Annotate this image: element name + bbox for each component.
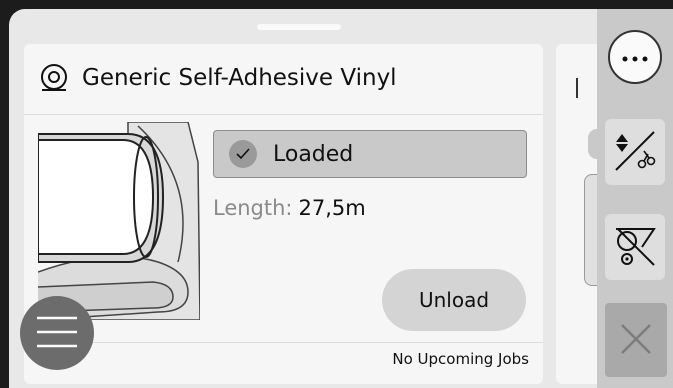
next-card-title-fragment — [576, 78, 578, 98]
media-roll-illustration — [37, 121, 201, 321]
drag-handle[interactable] — [257, 24, 341, 30]
upcoming-jobs-text: No Upcoming Jobs — [392, 350, 529, 368]
action-sidebar — [597, 9, 673, 388]
length-row: Length: 27,5m — [213, 196, 366, 220]
hamburger-menu-icon — [35, 314, 79, 353]
media-title: Generic Self-Adhesive Vinyl — [82, 65, 397, 91]
menu-button[interactable] — [20, 296, 94, 370]
feed-and-cut-button[interactable] — [605, 119, 665, 185]
header-divider — [24, 114, 543, 115]
status-pill: Loaded — [213, 130, 527, 178]
check-icon — [229, 140, 257, 168]
printer-screen: Generic Self-Adhesive Vinyl Loaded Lengt… — [9, 9, 673, 388]
card-header: Generic Self-Adhesive Vinyl — [24, 44, 543, 112]
media-roll-icon — [39, 63, 69, 93]
disable-cutter-icon — [612, 223, 658, 272]
media-card: Generic Self-Adhesive Vinyl Loaded Lengt… — [24, 44, 543, 384]
length-value: 27,5m — [298, 196, 366, 220]
close-icon — [619, 322, 653, 359]
feed-and-cut-icon — [612, 128, 658, 177]
more-options-icon — [622, 50, 648, 65]
close-button[interactable] — [605, 303, 667, 377]
footer-divider — [24, 342, 543, 343]
disable-cutter-button[interactable] — [605, 214, 665, 280]
status-label: Loaded — [273, 141, 354, 167]
more-options-button[interactable] — [608, 30, 662, 84]
length-label: Length: — [213, 196, 293, 220]
unload-button[interactable]: Unload — [382, 269, 526, 331]
